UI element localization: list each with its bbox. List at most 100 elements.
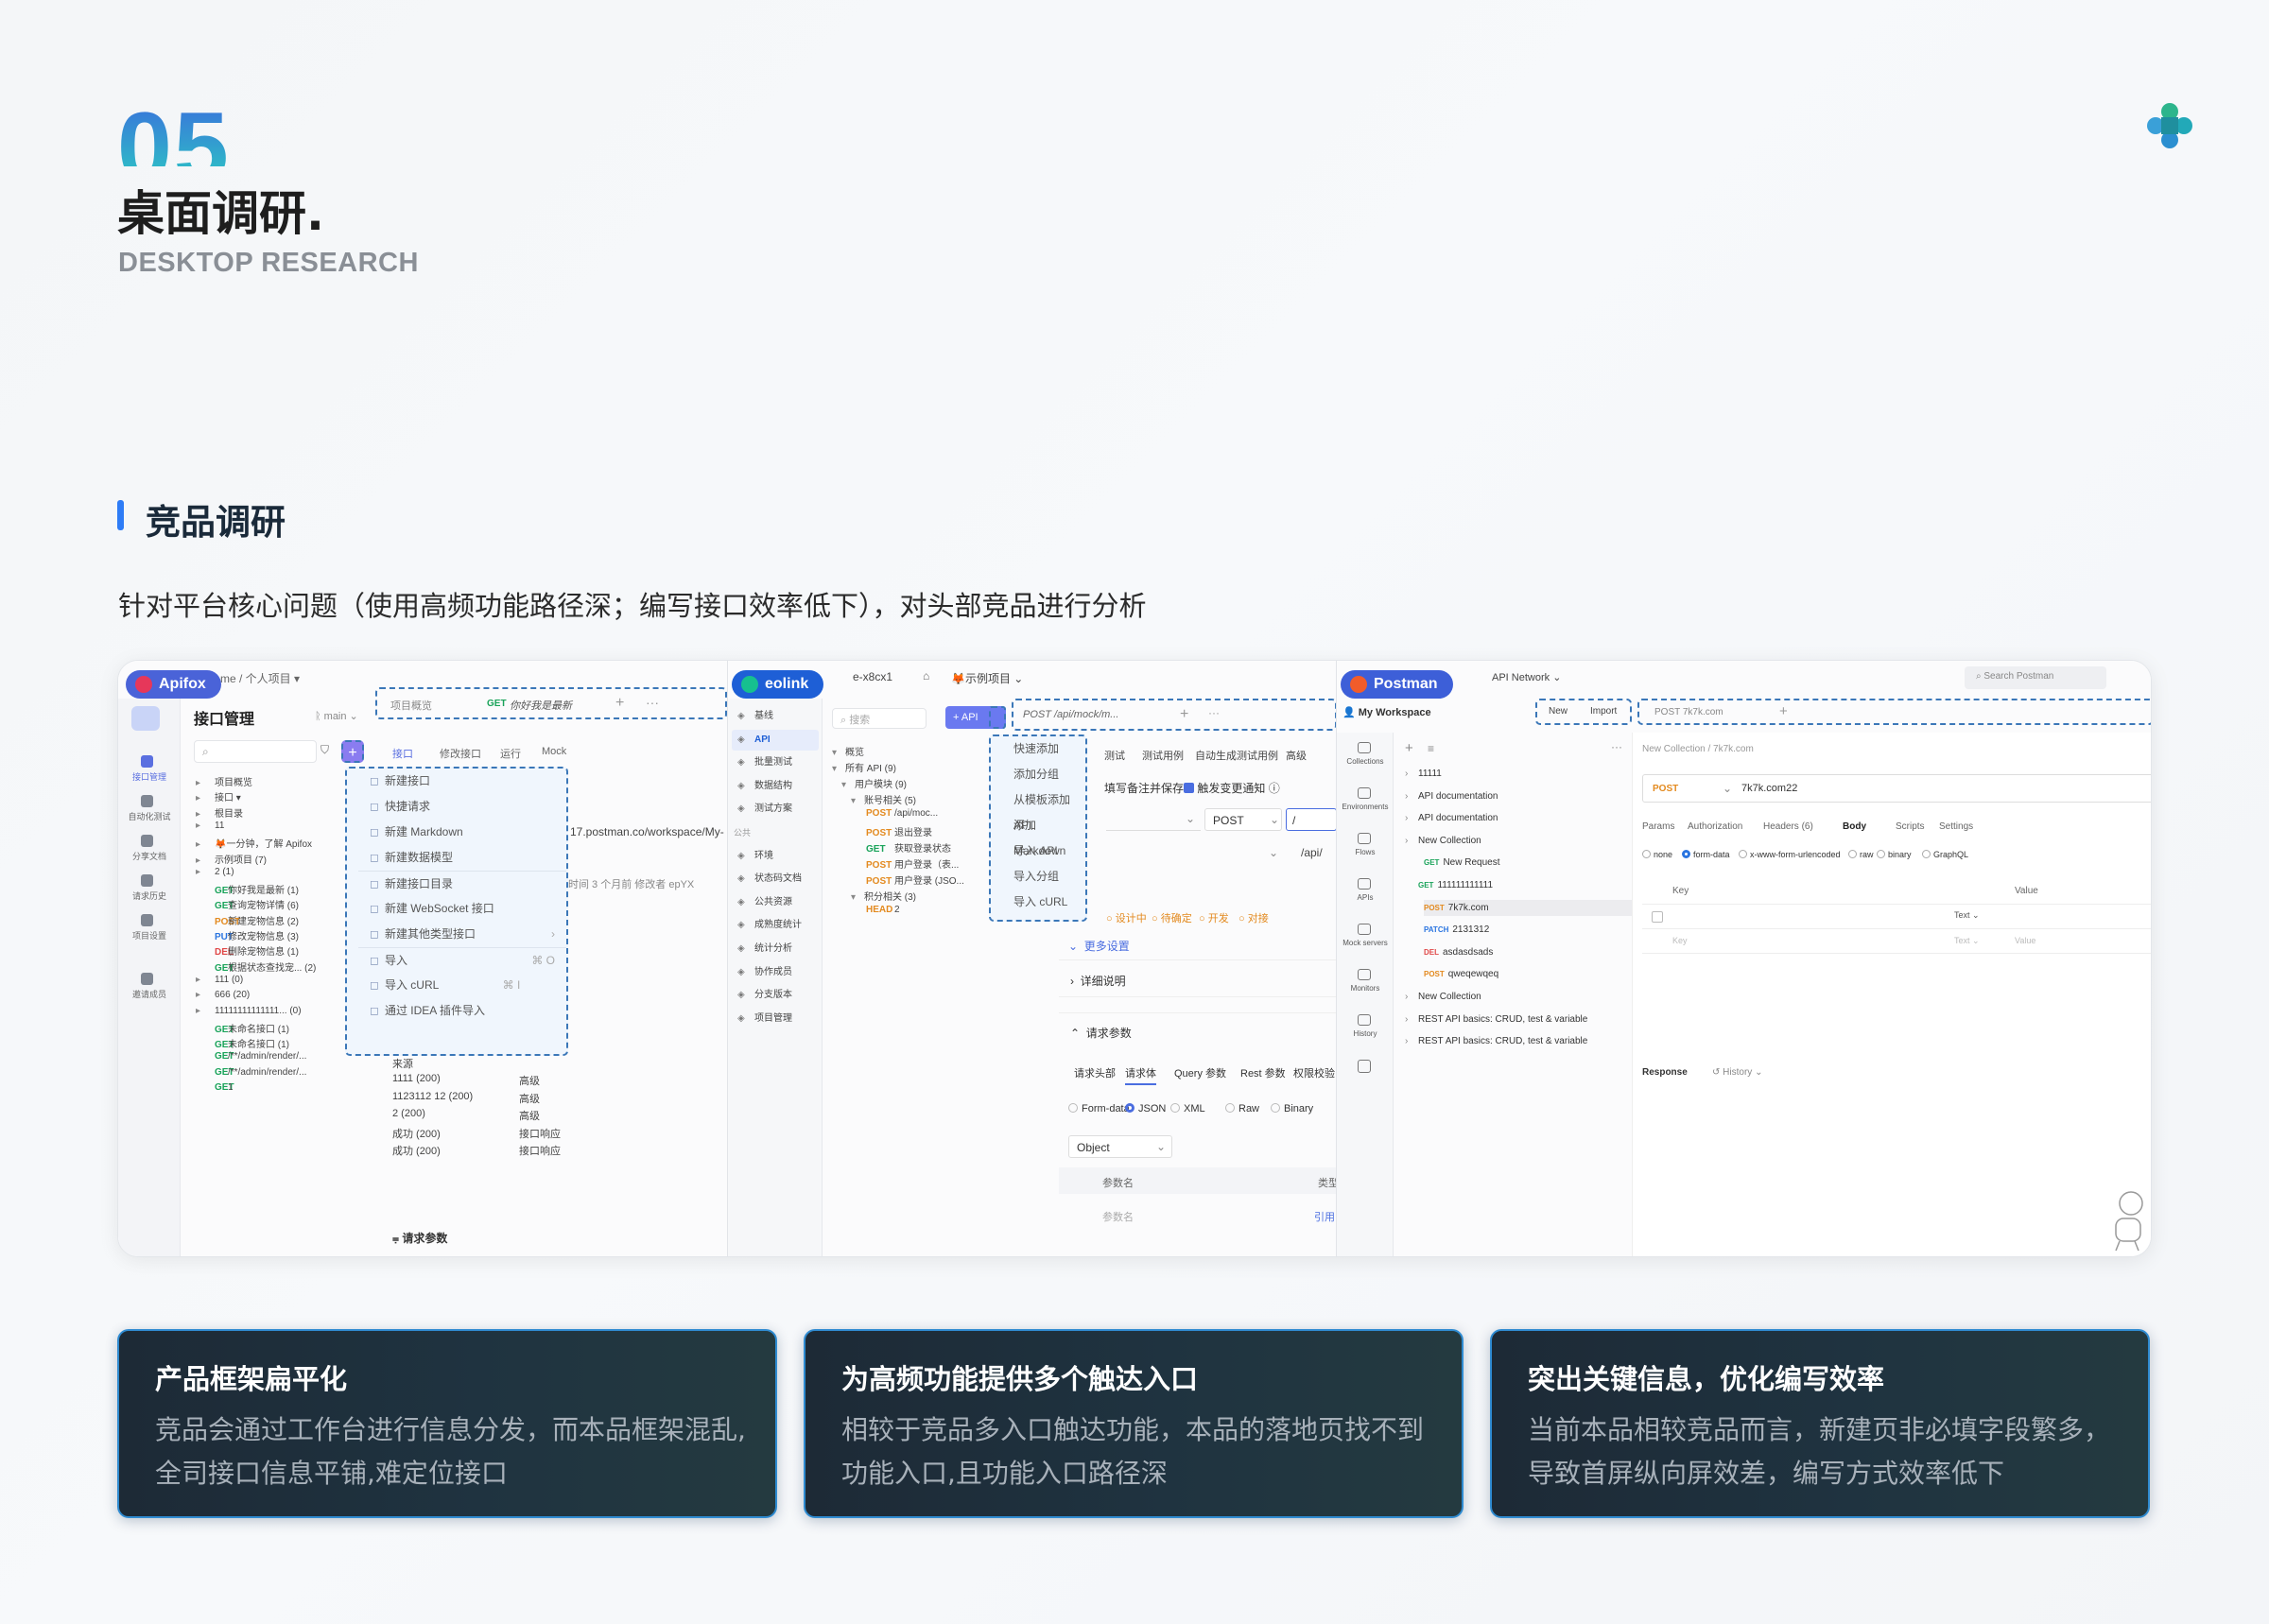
body-type-3[interactable]: raw — [1848, 850, 1874, 859]
more-settings-link[interactable]: ⌄ 更多设置 — [1068, 938, 1130, 954]
menu-item-6[interactable]: 导入 cURL — [1002, 890, 1085, 915]
sidebar-item-0[interactable]: Collections — [1337, 757, 1394, 766]
req-tab-4[interactable]: 权限校验 — [1293, 1065, 1335, 1080]
menu-item-6[interactable]: ◻ 新建其他类型接口 › — [358, 922, 566, 947]
subtab-1[interactable]: 测试用例 — [1142, 748, 1184, 763]
more-icon[interactable]: ··· — [1208, 706, 1220, 719]
sidebar-item-1[interactable]: Environments — [1337, 803, 1394, 811]
tree-item[interactable]: › REST API basics: CRUD, test & variable — [1405, 1014, 1632, 1025]
sidebar-item-2[interactable]: 分享文档 — [118, 850, 181, 862]
menu-item-3[interactable]: ◻ 新建数据模型 — [358, 845, 566, 871]
import-button[interactable]: Import — [1590, 706, 1617, 717]
tree-item[interactable]: GET 获取登录状态 — [866, 840, 951, 855]
tree-item[interactable]: GET/**/admin/render/... — [196, 1067, 306, 1078]
tree-item[interactable]: GET未命名接口 (1) — [196, 1021, 289, 1035]
tree-item[interactable]: POST 退出登录 — [866, 824, 932, 838]
sidebar-item-1[interactable]: 自动化测试 — [118, 810, 181, 822]
sidebar-item-0[interactable]: 接口管理 — [118, 770, 181, 783]
tree-item[interactable]: ▾ 用户模块 (9) — [841, 776, 907, 790]
req-params-section[interactable]: ⌃ 请求参数 — [1059, 1012, 1336, 1046]
body-type-5[interactable]: GraphQL — [1922, 850, 1968, 859]
tree-item[interactable]: › New Collection — [1405, 992, 1632, 1002]
eolink-tab[interactable]: POST /api/mock/m... — [1023, 709, 1118, 720]
status-option-2[interactable]: ○ 开发 — [1199, 910, 1229, 925]
tree-item[interactable]: ▸ 666 (20) — [196, 990, 250, 1000]
req-tab-1[interactable]: 请求体 — [1125, 1065, 1156, 1085]
tree-search-input[interactable]: ⌕ — [194, 740, 317, 763]
tree-item[interactable]: PATCH 2131312 — [1424, 924, 1632, 935]
menu-item-4[interactable]: ◻ 新建接口目录 — [358, 871, 566, 896]
tree-item[interactable]: GET未命名接口 (1) — [196, 1036, 289, 1050]
tree-item[interactable]: DEL删除宠物信息 (1) — [196, 943, 299, 958]
param-name-input[interactable]: 参数名 — [1102, 1209, 1134, 1224]
tree-item[interactable]: ▾ 所有 API (9) — [832, 760, 896, 774]
menu-item-5[interactable]: ◻ 新建 WebSocket 接口 — [358, 896, 566, 922]
tree-item[interactable]: GET1 — [196, 1082, 234, 1093]
sidebar-item-2[interactable]: ◈ 批量测试 — [732, 752, 819, 773]
tree-item[interactable]: ▸ 🦊一分钟，了解 Apifox — [196, 836, 312, 850]
tree-item[interactable]: ▸ 根目录 — [196, 805, 243, 820]
detail-section[interactable]: › 详细说明 — [1059, 959, 1336, 997]
row-checkbox[interactable] — [1652, 911, 1663, 923]
save-note[interactable]: 填写备注并保存 — [1104, 780, 1184, 796]
menu-item-3[interactable]: 添加 Markdown — [1002, 813, 1085, 857]
body-type-0[interactable]: Form-data — [1068, 1103, 1130, 1114]
sidebar-item-4[interactable]: 项目设置 — [118, 929, 181, 942]
tree-item[interactable]: ▸ 接口 ▾ — [196, 789, 241, 803]
body-type-4[interactable]: Binary — [1271, 1103, 1313, 1114]
sidebar-item-13[interactable]: ◈ 项目管理 — [732, 1009, 819, 1029]
body-type-0[interactable]: none — [1642, 850, 1672, 859]
tree-item[interactable]: POST/api/moc... — [866, 808, 938, 819]
req-tab-2[interactable]: Query 参数 — [1174, 1065, 1226, 1080]
more-icon[interactable]: ··· — [1611, 740, 1622, 753]
sidebar-item-6[interactable]: History — [1337, 1029, 1394, 1038]
menu-item-9[interactable]: ◻ 通过 IDEA 插件导入 — [358, 998, 566, 1024]
sidebar-item-11[interactable]: ◈ 协作成员 — [732, 962, 819, 983]
sidebar-item-5[interactable]: 邀请成员 — [118, 988, 181, 1000]
status-option-3[interactable]: ○ 对接 — [1238, 910, 1269, 925]
tree-item[interactable]: ▸ 示例项目 (7) — [196, 852, 267, 866]
req-tab-3[interactable]: Body — [1843, 821, 1866, 832]
menu-item-4[interactable]: 导入 API — [1002, 838, 1085, 864]
kv-row[interactable]: Text ⌄ — [1642, 905, 2151, 929]
tree-item[interactable]: ▸ 项目概览 — [196, 774, 252, 788]
subtab-3[interactable]: 高级 — [1286, 748, 1307, 763]
req-tab-4[interactable]: Scripts — [1896, 821, 1925, 832]
add-tab-icon[interactable]: + — [1779, 703, 1788, 719]
body-type-4[interactable]: binary — [1877, 850, 1912, 859]
tree-item[interactable]: POST 7k7k.com — [1424, 899, 1632, 916]
filter-icon[interactable]: ≡ — [1428, 742, 1434, 755]
tree-item[interactable]: GET你好我是最新 (1) — [196, 882, 299, 896]
notify-checkbox[interactable]: 触发变更通知 ⓘ — [1184, 780, 1280, 796]
url-bar[interactable]: POST ⌄ 7k7k.com22 — [1642, 774, 2151, 803]
body-type-2[interactable]: x-www-form-urlencoded — [1739, 850, 1841, 859]
type-select[interactable]: Text ⌄ — [1954, 910, 1980, 921]
menu-item-1[interactable]: ◻ 快捷请求 — [358, 794, 566, 820]
body-type-3[interactable]: Raw — [1225, 1103, 1259, 1114]
postman-search-input[interactable]: ⌕ Search Postman — [1965, 666, 2106, 689]
tree-item[interactable]: ▾ 概览 — [832, 744, 864, 758]
tree-item[interactable]: POST 用户登录（表... — [866, 856, 959, 871]
dropdown-icon[interactable]: ⌄ — [1269, 846, 1278, 859]
apps-icon[interactable] — [1358, 1060, 1371, 1073]
req-tab-1[interactable]: Authorization — [1688, 821, 1742, 832]
add-tab-icon[interactable]: + — [1180, 706, 1188, 723]
status-option-1[interactable]: ○ 待确定 — [1152, 910, 1192, 925]
tree-item[interactable]: › API documentation — [1405, 813, 1632, 823]
sidebar-item-10[interactable]: ◈ 统计分析 — [732, 939, 819, 959]
kv-row-empty[interactable]: Key Text ⌄ Value — [1642, 929, 2151, 954]
more-icon[interactable]: ··· — [646, 695, 659, 710]
tree-item[interactable]: › 11111 — [1405, 769, 1632, 779]
tree-item[interactable]: ▸ 2 (1) — [196, 867, 234, 877]
project-name[interactable]: 🦊示例项目 ⌄ — [951, 670, 1023, 686]
add-collection-icon[interactable]: + — [1405, 740, 1413, 756]
menu-item-2[interactable]: ◻ 新建 Markdown — [358, 820, 566, 845]
tree-item[interactable]: DEL asdasdsads — [1424, 947, 1632, 958]
tree-item[interactable]: GET/**/admin/render/... — [196, 1051, 306, 1062]
home-icon[interactable]: ⌂ — [923, 669, 929, 682]
tree-item[interactable]: POST 用户登录 (JSO... — [866, 872, 964, 887]
path-input[interactable]: / — [1286, 808, 1336, 831]
sidebar-item-3[interactable]: ◈ 数据结构 — [732, 776, 819, 797]
menu-item-7[interactable]: ◻ 导入 ⌘ O — [358, 947, 566, 973]
menu-item-0[interactable]: ◻ 新建接口 — [358, 769, 566, 794]
